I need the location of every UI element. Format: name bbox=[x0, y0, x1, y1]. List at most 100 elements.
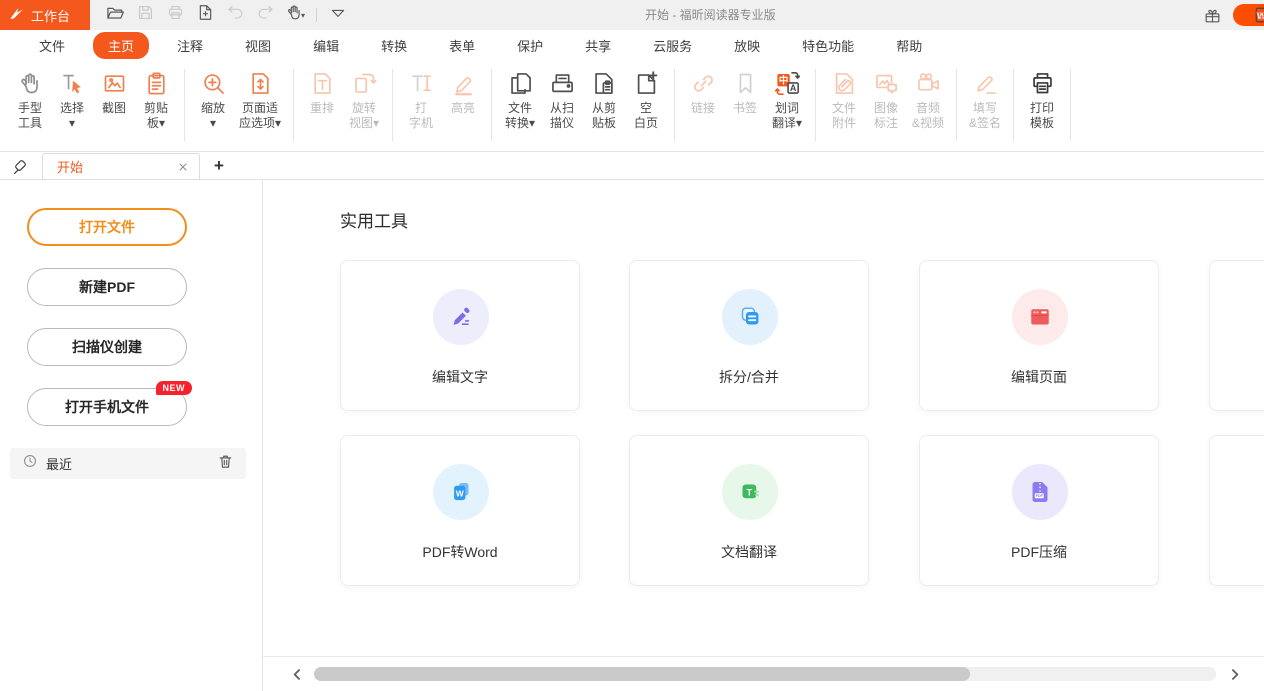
blank-page-button[interactable]: 空白页 bbox=[625, 60, 667, 151]
hand-tool-button[interactable]: 手型工具 bbox=[9, 60, 51, 151]
menu-item[interactable]: 转换 bbox=[367, 32, 421, 59]
ribbon-button-label: 音频&视频 bbox=[912, 101, 944, 131]
tool-card[interactable]: T文档翻译 bbox=[629, 435, 869, 586]
menu-item[interactable]: 共享 bbox=[571, 32, 625, 59]
convert-files-button[interactable]: 文件转换▾ bbox=[499, 60, 541, 151]
ribbon-button-label: 打字机 bbox=[409, 101, 433, 131]
menu-item[interactable]: 云服务 bbox=[639, 32, 706, 59]
document-tab[interactable]: 开始 bbox=[42, 153, 200, 180]
sidebar-button[interactable]: 打开手机文件NEW bbox=[27, 388, 187, 426]
edit-text-icon bbox=[433, 289, 489, 345]
app-window: 工作台 ▾ 开始 - 福昕阅读器专业版 w 文件主页注释视图编辑转换表单保护共享… bbox=[0, 0, 1264, 691]
sidebar-button[interactable]: 扫描仪创建 bbox=[27, 328, 187, 366]
new-tab-button[interactable]: + bbox=[208, 155, 230, 177]
print-icon bbox=[166, 3, 185, 27]
tool-card-label: 文档翻译 bbox=[630, 542, 868, 562]
customize-toolbar-button[interactable] bbox=[323, 0, 353, 30]
select-button[interactable]: 选择▾ bbox=[51, 60, 93, 151]
menu-item[interactable]: 保护 bbox=[503, 32, 557, 59]
ribbon-group: 文件转换▾从扫描仪从剪贴板空白页 bbox=[494, 60, 672, 151]
document-tab-bar: + 开始 bbox=[0, 152, 1264, 180]
reflow-icon bbox=[309, 68, 336, 98]
pdf-compress-icon: PDF bbox=[1012, 464, 1068, 520]
menu-item[interactable]: 主页 bbox=[93, 32, 149, 59]
panel-partial-icon[interactable] bbox=[1254, 6, 1264, 26]
menu-item[interactable]: 表单 bbox=[435, 32, 489, 59]
translate-button[interactable]: 中A划词翻译▾ bbox=[766, 60, 808, 151]
workspace-button[interactable]: 工作台 bbox=[0, 0, 90, 30]
tab-label: 开始 bbox=[57, 157, 175, 176]
partial-tool-card[interactable] bbox=[1209, 260, 1264, 411]
svg-text:中: 中 bbox=[778, 74, 788, 86]
from-clipboard-button[interactable]: 从剪贴板 bbox=[583, 60, 625, 151]
tool-card[interactable]: 拆分/合并 bbox=[629, 260, 869, 411]
ribbon-button-label: 剪贴板▾ bbox=[144, 101, 168, 131]
menu-item[interactable]: 编辑 bbox=[299, 32, 353, 59]
zoom-icon bbox=[200, 68, 227, 98]
chevron-down-icon: ▾ bbox=[301, 11, 305, 20]
separator bbox=[392, 69, 393, 141]
tool-card[interactable]: 编辑文字 bbox=[340, 260, 580, 411]
redo-button bbox=[250, 0, 280, 30]
audio-video-icon bbox=[915, 68, 942, 98]
sidebar-button[interactable]: 打开文件 bbox=[27, 208, 187, 246]
main-content: 实用工具 编辑文字 拆分/合并编辑页面 WPDF转Word T文档翻译 PDFPDF压缩 bbox=[263, 180, 1264, 656]
ribbon-button-label: 旋转视图▾ bbox=[349, 101, 379, 131]
redo-icon bbox=[256, 3, 275, 27]
menu-item[interactable]: 注释 bbox=[163, 32, 217, 59]
ribbon-button-label: 打印模板 bbox=[1030, 101, 1054, 131]
ribbon-button-label: 重排 bbox=[310, 101, 334, 116]
new-page-button[interactable] bbox=[190, 0, 220, 30]
tool-card[interactable]: PDFPDF压缩 bbox=[919, 435, 1159, 586]
clipboard-button[interactable]: 剪贴板▾ bbox=[135, 60, 177, 151]
customize-toolbar-icon bbox=[329, 4, 347, 27]
separator bbox=[316, 8, 317, 22]
ribbon-button-label: 从剪贴板 bbox=[592, 101, 616, 131]
fill-sign-button: 填写&签名 bbox=[964, 60, 1006, 151]
print-button bbox=[160, 0, 190, 30]
sidebar-button[interactable]: 新建PDF bbox=[27, 268, 187, 306]
separator bbox=[1070, 69, 1071, 141]
select-icon bbox=[59, 68, 86, 98]
hand-pointer-button[interactable]: ▾ bbox=[280, 0, 310, 30]
clock-icon bbox=[22, 453, 38, 474]
scroll-right-icon[interactable] bbox=[1224, 664, 1244, 684]
separator bbox=[184, 69, 185, 141]
gift-icon[interactable] bbox=[1200, 3, 1224, 27]
scrollbar-thumb[interactable] bbox=[314, 667, 970, 681]
file-attachment-icon bbox=[831, 68, 858, 98]
horizontal-scrollbar bbox=[263, 656, 1264, 691]
pen-nib-icon[interactable] bbox=[8, 155, 32, 179]
separator bbox=[674, 69, 675, 141]
menu-item[interactable]: 帮助 bbox=[882, 32, 936, 59]
ribbon-button-label: 文件转换▾ bbox=[505, 101, 535, 131]
snapshot-button[interactable]: 截图 bbox=[93, 60, 135, 151]
menu-item[interactable]: 放映 bbox=[720, 32, 774, 59]
from-scanner-button[interactable]: 从扫描仪 bbox=[541, 60, 583, 151]
tool-card[interactable]: 编辑页面 bbox=[919, 260, 1159, 411]
ribbon-group: 打字机高亮 bbox=[395, 60, 489, 151]
ribbon-button-label: 页面适应选项▾ bbox=[239, 101, 281, 131]
ribbon-button-label: 填写&签名 bbox=[969, 101, 1001, 131]
partial-tool-card[interactable] bbox=[1209, 435, 1264, 586]
recent-files-row[interactable]: 最近 bbox=[10, 448, 246, 479]
menu-item[interactable]: 文件 bbox=[25, 32, 79, 59]
section-title: 实用工具 bbox=[340, 207, 408, 232]
close-icon[interactable] bbox=[175, 159, 191, 175]
tool-card-label: 编辑文字 bbox=[341, 367, 579, 387]
menu-item[interactable]: 视图 bbox=[231, 32, 285, 59]
zoom-button[interactable]: 缩放▾ bbox=[192, 60, 234, 151]
menu-item[interactable]: 特色功能 bbox=[788, 32, 868, 59]
scrollbar-track[interactable] bbox=[314, 667, 1216, 681]
tool-card[interactable]: WPDF转Word bbox=[340, 435, 580, 586]
ribbon-button-label: 文件附件 bbox=[832, 101, 856, 131]
scroll-left-icon[interactable] bbox=[287, 664, 307, 684]
folder-open-button[interactable] bbox=[100, 0, 130, 30]
print-template-button[interactable]: 打印模板 bbox=[1021, 60, 1063, 151]
ribbon-toolbar: 手型工具选择▾截图剪贴板▾ 缩放▾页面适应选项▾ 重排旋转视图▾ 打字机高亮文件转换▾… bbox=[0, 60, 1264, 152]
rotate-view-button: 旋转视图▾ bbox=[343, 60, 385, 151]
workspace-label: 工作台 bbox=[31, 6, 70, 25]
page-fit-button[interactable]: 页面适应选项▾ bbox=[234, 60, 286, 151]
trash-icon[interactable] bbox=[217, 453, 234, 475]
file-attachment-button: 文件附件 bbox=[823, 60, 865, 151]
